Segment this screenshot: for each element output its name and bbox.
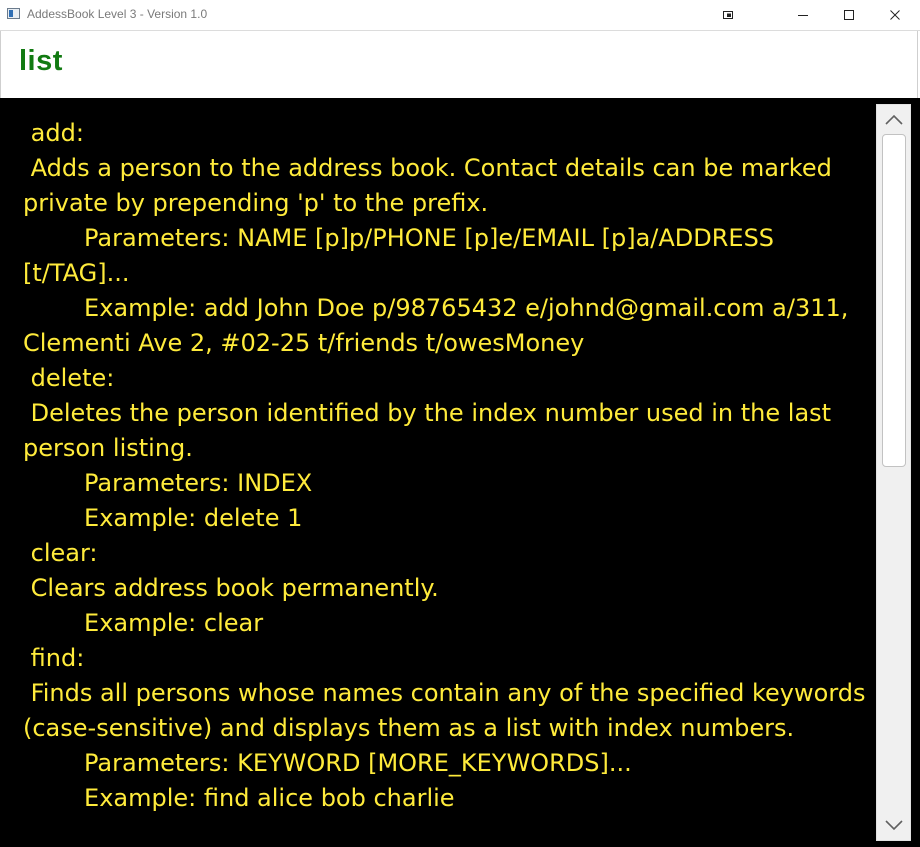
maximize-button[interactable] — [826, 0, 872, 30]
chevron-down-icon — [884, 820, 903, 831]
window-title-bar: AddessBook Level 3 - Version 1.0 — [0, 0, 920, 31]
app-icon — [7, 8, 20, 19]
minimize-icon — [798, 15, 808, 16]
scroll-down-button[interactable] — [877, 811, 910, 839]
result-display-text: add: Adds a person to the address book. … — [23, 119, 866, 812]
close-icon — [890, 10, 900, 20]
chevron-up-icon — [884, 114, 903, 125]
scroll-up-button[interactable] — [877, 106, 910, 134]
command-input[interactable]: list — [0, 31, 918, 98]
close-button[interactable] — [872, 0, 918, 30]
result-display[interactable]: add: Adds a person to the address book. … — [0, 98, 920, 847]
scroll-thumb[interactable] — [882, 134, 906, 467]
minimize-button[interactable] — [780, 0, 826, 30]
maximize-icon — [844, 10, 854, 20]
restore-overlay-icon — [723, 11, 733, 19]
restore-overlay-button[interactable] — [705, 0, 751, 30]
window-title: AddessBook Level 3 - Version 1.0 — [27, 7, 208, 21]
result-scrollbar[interactable] — [876, 104, 911, 841]
command-input-value: list — [19, 45, 63, 77]
